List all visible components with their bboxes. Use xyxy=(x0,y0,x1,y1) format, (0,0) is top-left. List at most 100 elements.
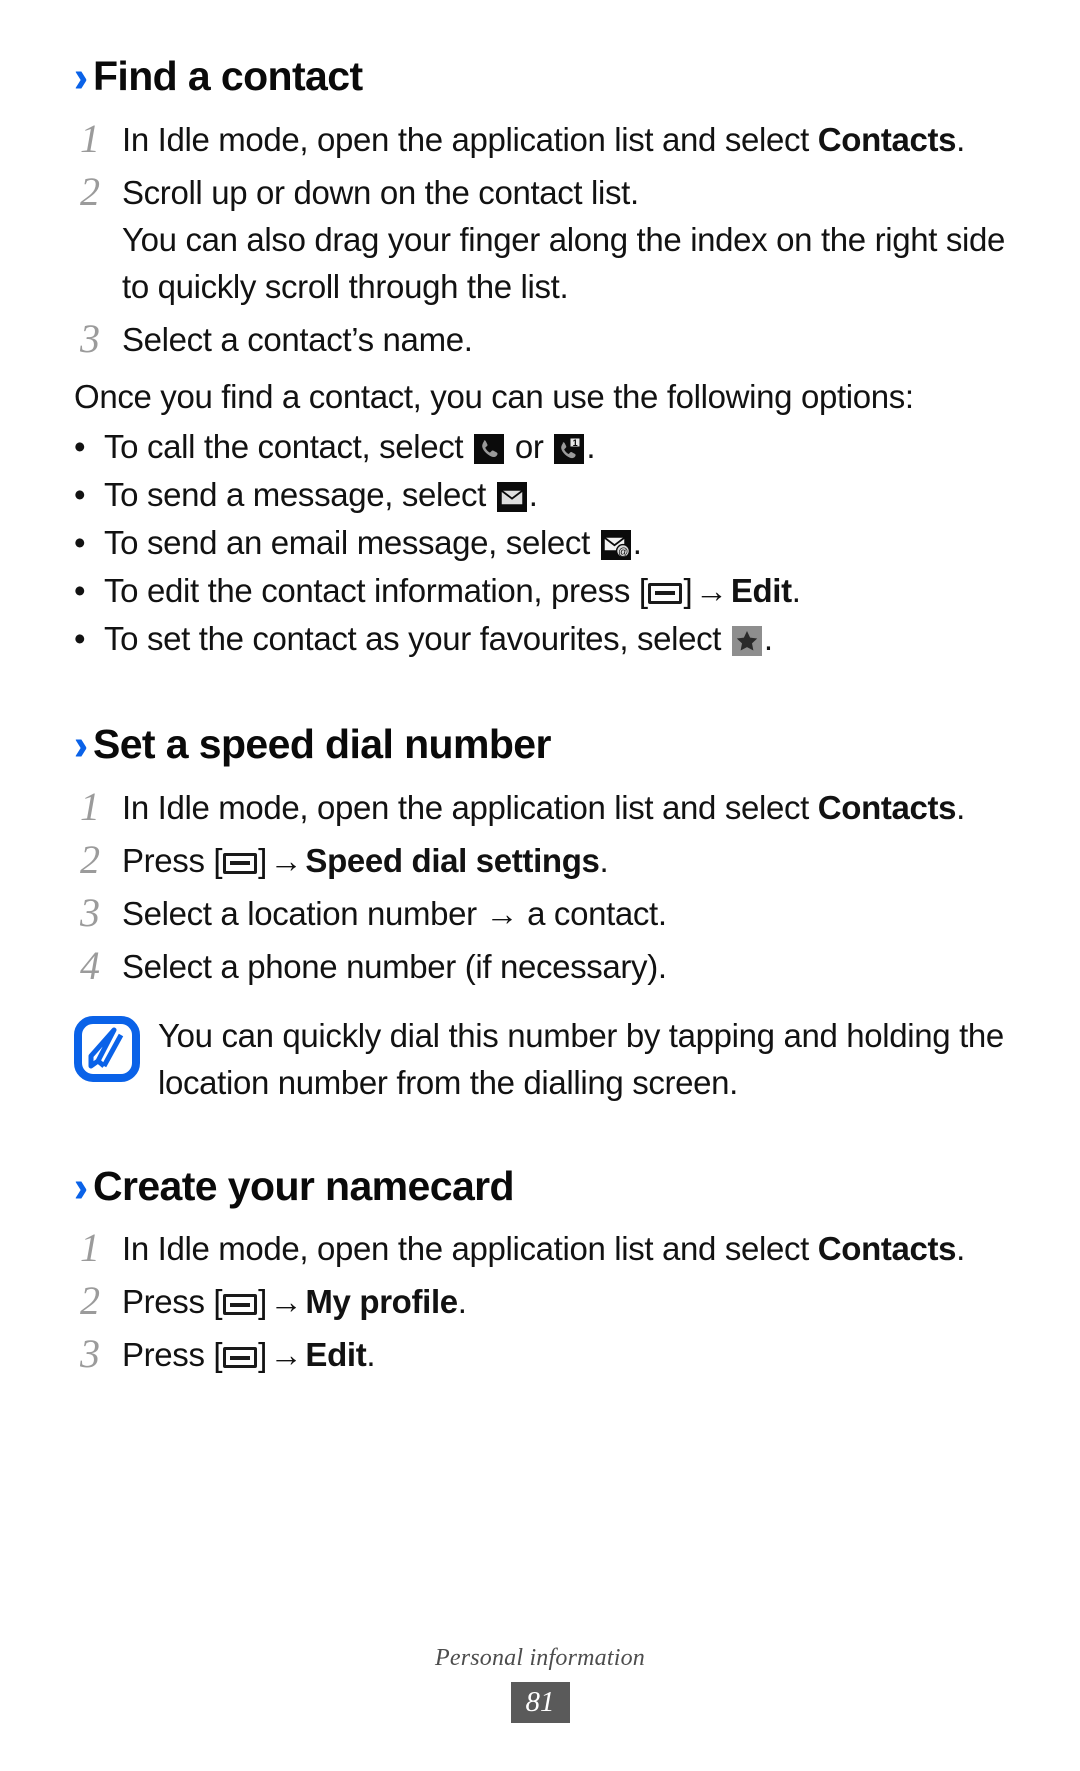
section-title: Set a speed dial number xyxy=(92,720,551,767)
bullet-dot-icon: • xyxy=(74,619,86,657)
step-text-lead: Press xyxy=(122,1283,214,1321)
step-text-lead: Press xyxy=(122,841,214,879)
heading-chevron-icon: ›› xyxy=(74,1162,88,1212)
message-envelope-icon xyxy=(496,481,527,512)
option-text-tail: . xyxy=(763,619,773,657)
option-text-tail: . xyxy=(586,427,596,465)
phone-call-icon xyxy=(474,433,505,464)
option-edit-contact: • To edit the contact information, press… xyxy=(74,568,1006,614)
step-number: 3 xyxy=(80,315,100,361)
options-intro-text: Once you find a contact, you can use the… xyxy=(74,377,914,415)
heading-chevron-icon: ›› xyxy=(74,53,88,102)
step-item: 3 Select a location number → a contact. xyxy=(74,890,1006,937)
option-text: To edit the contact information, press [… xyxy=(104,568,1006,614)
footer-chapter-label: Personal information xyxy=(434,1645,645,1671)
step-text-lead: In Idle mode, open the application list … xyxy=(122,120,818,158)
step-number: 2 xyxy=(80,1278,100,1324)
step-item: 2 Press []→Speed dial settings. xyxy=(74,837,1006,884)
step-text-tail: . xyxy=(599,841,609,879)
section-title: Create your namecard xyxy=(92,1162,515,1209)
option-call-contact: • To call the contact, select or 1. xyxy=(74,424,1006,470)
step-text-tail: . xyxy=(956,120,965,158)
bullet-dot-icon: • xyxy=(74,475,86,513)
option-send-email: • To send an email message, select @. xyxy=(74,520,1006,566)
page-footer: Personal information 81 xyxy=(0,1645,1080,1723)
step-number: 4 xyxy=(80,942,100,988)
option-text-tail: . xyxy=(632,523,642,561)
step-text-bold: Speed dial settings xyxy=(305,841,600,879)
arrow-icon: → xyxy=(269,1336,303,1374)
step-text-bold: Contacts xyxy=(817,1230,957,1268)
manual-page: ›› Find a contact 1 In Idle mode, open t… xyxy=(0,0,1080,1771)
menu-key-icon: [] xyxy=(213,841,267,879)
arrow-icon: → xyxy=(269,841,303,879)
step-text-tail: . xyxy=(956,788,965,826)
note-text: You can quickly dial this number by tapp… xyxy=(158,1016,1004,1101)
option-text: To set the contact as your favourites, s… xyxy=(104,616,1006,662)
note-callout: You can quickly dial this number by tapp… xyxy=(74,1012,1006,1106)
option-text-mid: or xyxy=(506,427,553,465)
step-text-tail: . xyxy=(366,1336,376,1374)
option-send-message: • To send a message, select . xyxy=(74,472,1006,518)
svg-text:1: 1 xyxy=(573,438,578,448)
step-item: 1 In Idle mode, open the application lis… xyxy=(74,116,1006,163)
page-number-badge: 81 xyxy=(510,1682,570,1723)
section-heading-set-a-speed-dial-number: ›› Set a speed dial number xyxy=(74,720,1006,770)
bullet-dot-icon: • xyxy=(74,427,86,465)
bullet-dot-icon: • xyxy=(74,571,86,609)
step-text-bold: My profile xyxy=(305,1283,458,1321)
menu-key-icon: [] xyxy=(213,1283,267,1321)
step-item: 2 Scroll up or down on the contact list.… xyxy=(74,169,1006,310)
option-text-lead: To set the contact as your favourites, s… xyxy=(104,619,730,657)
section-title: Find a contact xyxy=(92,53,363,99)
step-text-tail: . xyxy=(457,1283,467,1321)
step-text: In Idle mode, open the application list … xyxy=(122,784,1006,831)
step-number: 2 xyxy=(80,168,100,214)
favourite-star-icon xyxy=(731,625,762,656)
option-text-bold: Edit xyxy=(730,571,792,609)
step-text-lead: In Idle mode, open the application list … xyxy=(122,788,818,826)
step-text: Select a phone number (if necessary). xyxy=(122,947,667,985)
step-text: Press []→My profile. xyxy=(122,1278,1006,1325)
step-text: Scroll up or down on the contact list. Y… xyxy=(122,169,1006,310)
step-text: Press []→Edit. xyxy=(122,1331,1006,1378)
step-item: 3 Press []→Edit. xyxy=(74,1331,1006,1378)
note-pencil-icon xyxy=(74,1012,152,1087)
option-text-lead: To call the contact, select xyxy=(104,427,473,465)
step-text-lead: Press xyxy=(122,1336,214,1374)
step-number: 2 xyxy=(80,836,100,882)
option-text: To call the contact, select or 1. xyxy=(104,424,1006,470)
option-text-tail: . xyxy=(791,571,801,609)
menu-key-icon: [] xyxy=(638,571,693,609)
step-item: 4 Select a phone number (if necessary). xyxy=(74,943,1006,990)
step-text-bold: Contacts xyxy=(817,120,957,158)
section-heading-find-a-contact: ›› Find a contact xyxy=(74,52,1006,102)
option-text-tail: . xyxy=(528,475,538,513)
step-item: 2 Press []→My profile. xyxy=(74,1278,1006,1325)
step-text-tail: . xyxy=(956,1230,965,1268)
step-number: 3 xyxy=(80,889,100,935)
option-text-lead: To send a message, select xyxy=(104,475,495,513)
step-item: 1 In Idle mode, open the application lis… xyxy=(74,784,1006,831)
menu-key-icon: [] xyxy=(213,1336,267,1374)
arrow-icon: → xyxy=(695,571,728,609)
step-number: 1 xyxy=(80,115,100,161)
step-text: Select a location number → a contact. xyxy=(122,894,667,932)
step-text-lead: In Idle mode, open the application list … xyxy=(122,1230,818,1268)
step-number: 1 xyxy=(80,1225,100,1271)
step-text-extra: You can also drag your finger along the … xyxy=(122,220,1006,305)
step-text: Press []→Speed dial settings. xyxy=(122,837,1006,884)
option-text-lead: To send an email message, select xyxy=(104,523,599,561)
option-text: To send an email message, select @. xyxy=(104,520,1006,566)
step-text: In Idle mode, open the application list … xyxy=(122,1225,1006,1272)
step-text-lead: Scroll up or down on the contact list. xyxy=(122,173,639,211)
bullet-dot-icon: • xyxy=(74,523,86,561)
heading-chevron-icon: ›› xyxy=(74,721,88,770)
option-text: To send a message, select . xyxy=(104,472,1006,518)
step-text-bold: Edit xyxy=(305,1336,367,1374)
step-item: 3 Select a contact’s name. xyxy=(74,316,1006,363)
video-call-icon: 1 xyxy=(554,433,585,464)
step-text-bold: Contacts xyxy=(817,788,957,826)
section-heading-create-your-namecard: ›› Create your namecard xyxy=(74,1162,1006,1212)
step-text: In Idle mode, open the application list … xyxy=(122,116,1006,163)
